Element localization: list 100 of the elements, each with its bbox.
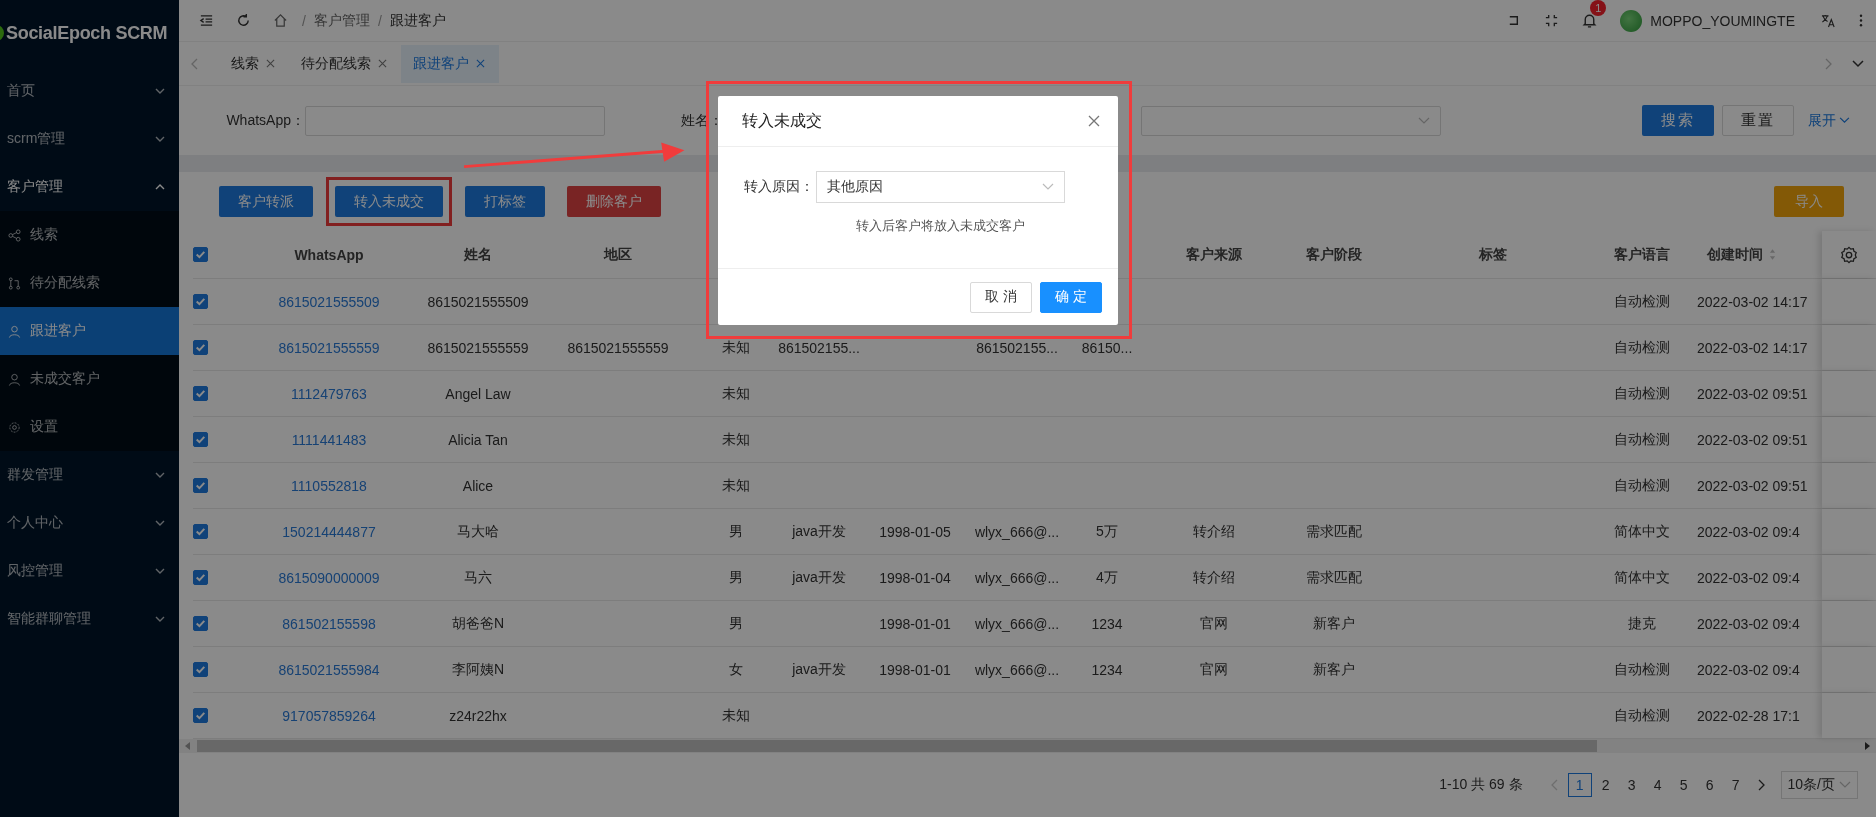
checkbox[interactable] (193, 247, 208, 262)
table-cell: 自动检测 (1614, 706, 1670, 725)
close-icon[interactable] (378, 59, 387, 68)
checkbox[interactable] (193, 432, 208, 447)
menu-item[interactable]: 智能群聊管理 (0, 595, 179, 643)
table-cell: 未知 (722, 384, 750, 403)
whatsapp-link[interactable]: 8615021555509 (278, 293, 380, 310)
page-button[interactable]: 6 (1697, 773, 1722, 797)
table-cell: 未知 (722, 430, 750, 449)
page-button[interactable]: 2 (1593, 773, 1618, 797)
expand-link[interactable]: 展开 (1808, 111, 1850, 130)
table-cell: 861502155... (778, 339, 860, 356)
chevron-icon (155, 184, 165, 190)
column-header: 姓名 (464, 245, 492, 264)
fullscreen-icon[interactable] (1544, 13, 1560, 28)
user-name[interactable]: MOPPO_YOUMINGTE (1650, 12, 1795, 29)
tab[interactable]: 待分配线索 (289, 44, 401, 83)
home-icon[interactable] (273, 13, 288, 28)
checkbox[interactable] (193, 662, 208, 677)
table-cell: 4万 (1096, 568, 1118, 587)
whatsapp-link[interactable]: 8615021555559 (278, 339, 380, 356)
table-cell: Alice (462, 477, 494, 494)
select-field[interactable] (1141, 105, 1441, 136)
submenu-item[interactable]: 线索 (0, 211, 179, 259)
scroll-left-icon[interactable] (191, 57, 199, 70)
menu-item[interactable]: scrm管理 (0, 115, 179, 163)
table-cell: 自动检测 (1614, 292, 1670, 311)
scroll-right-icon[interactable] (1864, 742, 1870, 750)
menu-icon[interactable] (199, 13, 214, 28)
action-button[interactable]: 客户转派 (219, 186, 313, 217)
page-button[interactable]: 1 (1567, 773, 1592, 797)
menu-item[interactable]: 首页 (0, 67, 179, 115)
table-cell: java开发 (792, 660, 846, 679)
checkbox[interactable] (193, 478, 208, 493)
dropdown-icon[interactable] (1852, 59, 1864, 68)
menu-item[interactable]: 个人中心 (0, 499, 179, 547)
checkbox[interactable] (193, 616, 208, 631)
table-cell: 马六 (464, 568, 492, 587)
close-icon[interactable] (266, 59, 275, 68)
submenu-item[interactable]: 未成交客户 (0, 355, 179, 403)
checkbox[interactable] (193, 340, 208, 355)
whatsapp-link[interactable]: 150214444877 (282, 523, 376, 540)
avatar[interactable] (1620, 9, 1643, 32)
page-button[interactable]: 7 (1723, 773, 1748, 797)
tab[interactable]: 跟进客户 (401, 44, 499, 83)
checkbox[interactable] (193, 524, 208, 539)
close-icon[interactable] (476, 59, 485, 68)
submenu-item[interactable]: 设置 (0, 403, 179, 451)
table-cell: wlyx_666@... (974, 569, 1060, 586)
table-cell: Angel Law (445, 385, 511, 402)
sort-icon[interactable] (1769, 248, 1776, 261)
breadcrumb-item[interactable]: 客户管理 (313, 11, 370, 30)
whatsapp-link[interactable]: 1111441483 (291, 431, 367, 448)
settings-icon[interactable] (1840, 245, 1858, 264)
checkbox[interactable] (193, 294, 208, 309)
caret-icon (1839, 781, 1851, 789)
table-cell: 2022-03-02 14:17 (1697, 339, 1808, 356)
menu-item[interactable]: 客户管理 (0, 163, 179, 211)
whatsapp-link[interactable]: 8615021555984 (278, 661, 380, 678)
whatsapp-link[interactable]: 861502155598 (282, 615, 376, 632)
checkbox[interactable] (193, 708, 208, 723)
whatsapp-link[interactable]: 1112479763 (291, 385, 367, 402)
submenu-item[interactable]: 跟进客户 (0, 307, 179, 355)
whatsapp-link[interactable]: 1110552818 (291, 477, 367, 494)
menu-item[interactable]: 风控管理 (0, 547, 179, 595)
reset-button[interactable]: 重置 (1722, 105, 1794, 136)
action-button[interactable]: 导入 (1774, 186, 1844, 217)
next-page-icon[interactable] (1756, 779, 1765, 791)
reason-select[interactable]: 其他原因 (816, 171, 1065, 203)
tab[interactable]: 线索 (219, 44, 289, 83)
action-button[interactable]: 删除客户 (567, 186, 661, 217)
whatsapp-link[interactable]: 917057859264 (282, 707, 376, 724)
translate-icon[interactable] (1821, 13, 1836, 28)
page-button[interactable]: 5 (1671, 773, 1696, 797)
checkbox[interactable] (193, 570, 208, 585)
close-icon[interactable] (1088, 115, 1100, 127)
action-button[interactable]: 转入未成交 (335, 186, 443, 217)
table-cell: 男 (729, 522, 743, 541)
breadcrumb-item[interactable]: 跟进客户 (389, 11, 446, 30)
scroll-left-icon[interactable] (185, 742, 191, 750)
whatsapp-link[interactable]: 8615090000009 (278, 569, 380, 586)
table-cell: 自动检测 (1614, 430, 1670, 449)
cancel-button[interactable]: 取 消 (970, 281, 1033, 313)
check-icon (194, 387, 207, 400)
dialog-title: 转入未成交 (742, 110, 822, 131)
confirm-button[interactable]: 确 定 (1040, 281, 1102, 313)
menu-item[interactable]: 群发管理 (0, 451, 179, 499)
search-button[interactable]: 搜索 (1642, 105, 1714, 136)
bell-icon[interactable] (1581, 12, 1599, 29)
action-button[interactable]: 打标签 (465, 186, 545, 217)
page-button[interactable]: 4 (1645, 773, 1670, 797)
table-cell: wlyx_666@... (974, 523, 1060, 540)
page-size-select[interactable]: 10条/页 (1780, 771, 1858, 799)
scrollbar-thumb[interactable] (197, 740, 1597, 752)
more-icon[interactable] (1858, 13, 1864, 28)
checkbox[interactable] (193, 386, 208, 401)
submenu-item[interactable]: 待分配线索 (0, 259, 179, 307)
refresh-icon[interactable] (236, 13, 251, 28)
page-button[interactable]: 3 (1619, 773, 1644, 797)
check-icon (194, 295, 207, 308)
